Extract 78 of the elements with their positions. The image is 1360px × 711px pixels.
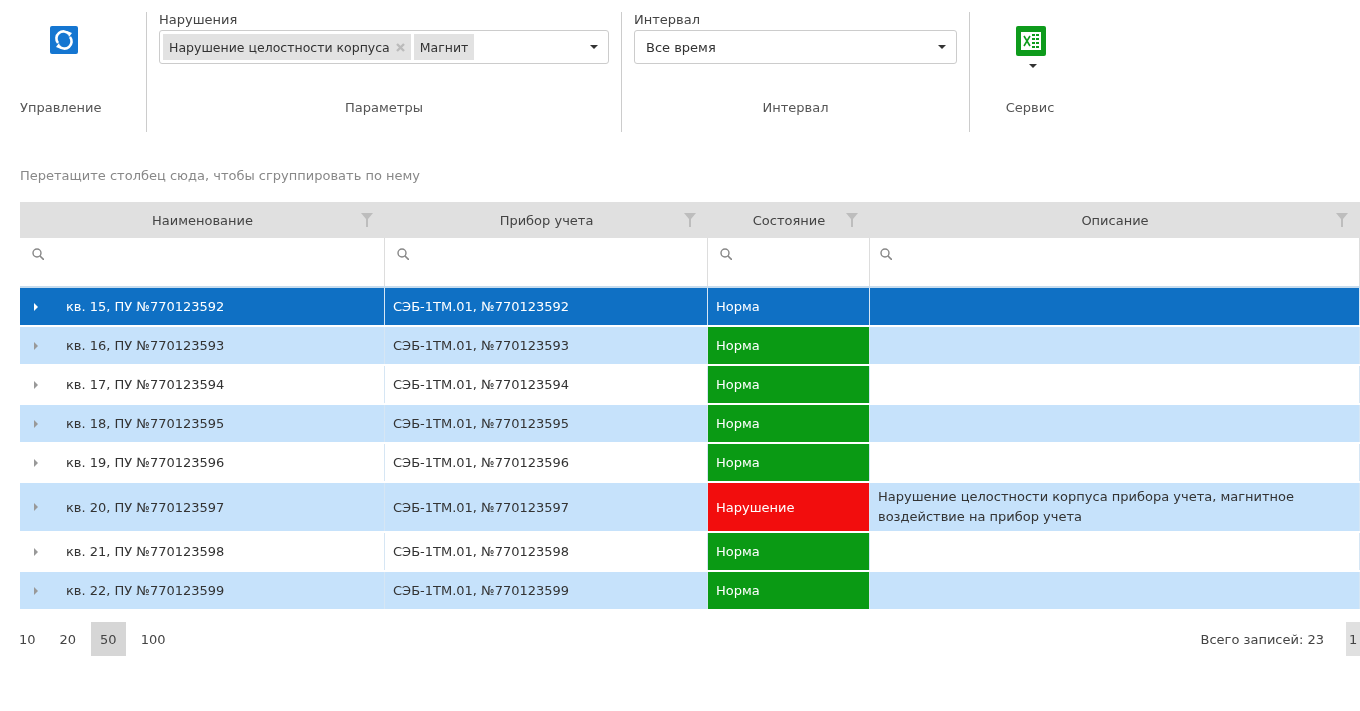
header-label: Описание	[1081, 212, 1149, 228]
expand-icon	[34, 341, 38, 350]
filter-tag[interactable]: Магнит	[413, 34, 475, 60]
table-cell: кв. 20, ПУ №770123597	[66, 499, 225, 515]
expand-icon	[34, 503, 38, 511]
status-cell: Норма	[708, 288, 870, 325]
expand-icon	[34, 458, 38, 467]
column-header[interactable]: Прибор учета	[385, 202, 708, 238]
filter-icon	[361, 213, 373, 227]
status-cell: Норма	[708, 444, 870, 481]
expand-icon	[34, 586, 38, 595]
filter-tag[interactable]: Нарушение целостности корпуса	[163, 34, 411, 60]
header-label: Наименование	[152, 212, 253, 228]
status-cell: Норма	[708, 533, 870, 570]
remove-icon	[395, 42, 405, 52]
group-panel-hint: Перетащите столбец сюда, чтобы сгруппировать по нему	[19, 167, 422, 185]
page-size-button[interactable]: 100	[131, 622, 175, 656]
table-row[interactable]: кв. 18, ПУ №770123595 СЭБ-1ТМ.01, №770123595 Норма	[20, 405, 1360, 444]
page-size-button[interactable]: 50	[91, 622, 126, 656]
group-caption: Управление	[20, 100, 102, 115]
caret-icon	[590, 45, 598, 49]
expand-icon	[34, 419, 38, 428]
status-cell: Норма	[708, 572, 870, 609]
status-cell: Норма	[708, 327, 870, 364]
status-cell: Нарушение	[708, 483, 870, 531]
table-cell: СЭБ-1ТМ.01, №770123599	[393, 583, 570, 598]
table-cell: кв. 16, ПУ №770123593	[66, 338, 225, 353]
field-label: Нарушения	[159, 12, 239, 27]
caret-icon	[938, 45, 946, 49]
table-cell: кв. 19, ПУ №770123596	[66, 455, 225, 470]
column-header[interactable]: Описание	[870, 202, 1360, 238]
multiselect-field[interactable]: Нарушение целостности корпуса Магнит	[159, 30, 609, 64]
header-label: Состояние	[752, 212, 826, 228]
expand-icon	[34, 380, 38, 389]
table-cell: кв. 17, ПУ №770123594	[66, 377, 225, 392]
tag-label: Нарушение целостности корпуса	[169, 39, 390, 55]
table-cell: кв. 18, ПУ №770123595	[66, 416, 225, 431]
page-size-button[interactable]: 10	[10, 622, 45, 656]
record-count: Всего записей: 23	[1200, 631, 1324, 647]
table-cell: СЭБ-1ТМ.01, №770123592	[393, 299, 570, 314]
expand-icon	[34, 547, 38, 556]
table-cell: СЭБ-1ТМ.01, №770123596	[393, 455, 570, 470]
table-cell: кв. 21, ПУ №770123598	[66, 544, 225, 559]
group-caption: Интервал	[761, 100, 830, 115]
filter-icon	[846, 213, 858, 227]
page-button[interactable]: 1	[1346, 622, 1360, 656]
filter-icon	[684, 213, 696, 227]
table-cell: СЭБ-1ТМ.01, №770123598	[393, 544, 570, 559]
status-cell: Норма	[708, 366, 870, 403]
select-value: Все время	[645, 39, 716, 55]
filter-icon	[1336, 213, 1348, 227]
field-label: Интервал	[634, 12, 701, 27]
status-cell: Норма	[708, 405, 870, 442]
table-row[interactable]: кв. 15, ПУ №770123592 СЭБ-1ТМ.01, №770123592 Норма	[20, 288, 1360, 327]
table-cell: СЭБ-1ТМ.01, №770123597	[393, 499, 570, 515]
table-cell: кв. 22, ПУ №770123599	[66, 583, 225, 598]
table-cell: СЭБ-1ТМ.01, №770123594	[393, 377, 570, 392]
tag-label: Магнит	[419, 39, 469, 55]
page-size-button[interactable]: 20	[50, 622, 86, 656]
search-icon	[32, 248, 44, 260]
interval-select[interactable]: Все время	[634, 30, 957, 64]
table-row[interactable]: кв. 22, ПУ №770123599 СЭБ-1ТМ.01, №770123599 Норма	[20, 572, 1360, 611]
table-cell: СЭБ-1ТМ.01, №770123595	[393, 416, 570, 431]
table-cell: кв. 15, ПУ №770123592	[66, 299, 225, 314]
expand-icon	[34, 302, 38, 311]
search-icon	[880, 248, 892, 260]
search-icon	[720, 248, 732, 260]
header-label: Прибор учета	[499, 212, 594, 228]
group-caption: Сервис	[1004, 100, 1056, 115]
caret-icon	[1029, 64, 1037, 68]
column-header[interactable]: Состояние	[708, 202, 870, 238]
group-caption: Параметры	[344, 100, 424, 115]
table-cell: СЭБ-1ТМ.01, №770123593	[393, 338, 570, 353]
search-icon	[397, 248, 409, 260]
table-row[interactable]: кв. 16, ПУ №770123593 СЭБ-1ТМ.01, №770123593 Норма	[20, 327, 1360, 366]
table-row[interactable]: кв. 20, ПУ №770123597 СЭБ-1ТМ.01, №770123597 Нарушение Нарушение целостности корпуса прибора учета, магнитное воздействие на прибор учета	[20, 483, 1360, 533]
table-cell-text: Нарушение целостности корпуса прибора учета, магнитное воздействие на прибор учета	[878, 488, 1295, 526]
column-header[interactable]: Наименование	[20, 202, 385, 238]
